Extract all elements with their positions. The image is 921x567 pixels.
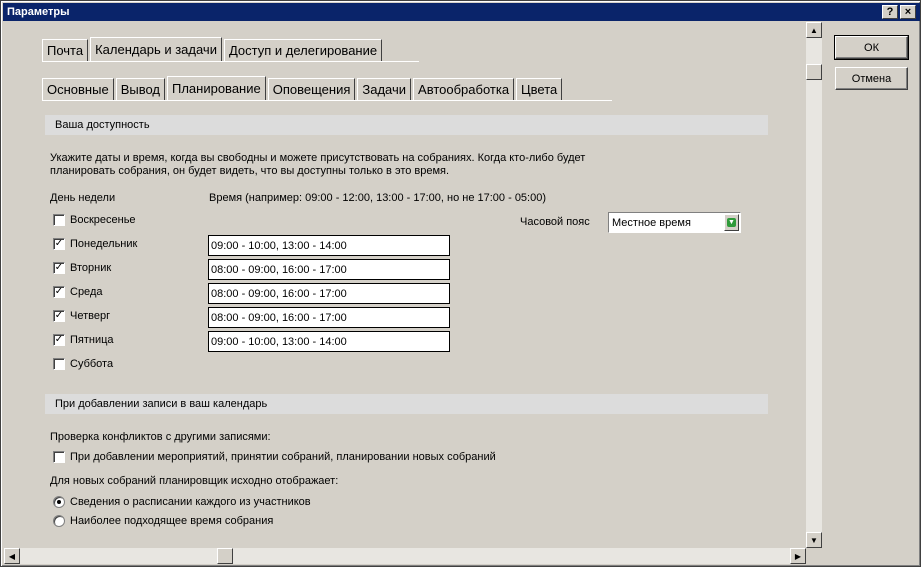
- checkbox-saturday[interactable]: [53, 358, 65, 370]
- timezone-select[interactable]: Местное время ▼: [608, 212, 741, 233]
- scroll-right-icon[interactable]: ▶: [790, 548, 806, 564]
- tab-colors[interactable]: Цвета: [516, 78, 563, 100]
- tab-mail[interactable]: Почта: [42, 39, 89, 61]
- tab-general[interactable]: Основные: [42, 78, 114, 100]
- checkbox-sunday[interactable]: [53, 214, 65, 226]
- title-bar: Параметры ? ×: [3, 3, 920, 21]
- timezone-value: Местное время: [612, 216, 691, 229]
- horizontal-scroll-thumb[interactable]: [217, 548, 233, 564]
- checkbox-conflicts[interactable]: [53, 451, 65, 463]
- availability-description-1: Укажите даты и время, когда вы свободны …: [50, 152, 586, 164]
- radio-participants-schedule-label: Сведения о расписании каждого из участни…: [70, 496, 311, 508]
- checkbox-wednesday[interactable]: ✓: [53, 286, 65, 298]
- time-input-monday[interactable]: 09:00 - 10:00, 13:00 - 14:00: [208, 235, 450, 256]
- checkbox-tuesday[interactable]: ✓: [53, 262, 65, 274]
- ok-button[interactable]: ОК: [834, 35, 909, 60]
- vertical-scrollbar[interactable]: ▲ ▼: [806, 22, 822, 548]
- calendar-add-section-header: При добавлении записи в ваш календарь: [45, 394, 768, 414]
- tab-scheduling[interactable]: Планирование: [167, 76, 266, 100]
- tab-tasks[interactable]: Задачи: [357, 78, 412, 100]
- planner-label: Для новых собраний планировщик исходно о…: [50, 475, 339, 487]
- day-label-sunday: Воскресенье: [70, 214, 136, 226]
- vertical-scroll-thumb[interactable]: [806, 64, 822, 80]
- cancel-button[interactable]: Отмена: [835, 67, 908, 90]
- scroll-down-icon[interactable]: ▼: [806, 532, 822, 548]
- main-tab-row: Почта Календарь и задачи Доступ и делеги…: [42, 37, 384, 61]
- day-label-saturday: Суббота: [70, 358, 114, 370]
- tab-output[interactable]: Вывод: [115, 78, 165, 100]
- time-input-friday[interactable]: 09:00 - 10:00, 13:00 - 14:00: [208, 331, 450, 352]
- day-column-label: День недели: [50, 192, 116, 204]
- close-button[interactable]: ×: [900, 5, 916, 19]
- horizontal-scrollbar[interactable]: ◀ ▶: [4, 548, 806, 564]
- scroll-left-icon[interactable]: ◀: [4, 548, 20, 564]
- tab-access-delegation[interactable]: Доступ и делегирование: [223, 39, 383, 61]
- dropdown-button[interactable]: ▼: [724, 214, 739, 231]
- time-input-tuesday[interactable]: 08:00 - 09:00, 16:00 - 17:00: [208, 259, 450, 280]
- time-input-thursday[interactable]: 08:00 - 09:00, 16:00 - 17:00: [208, 307, 450, 328]
- day-label-wednesday: Среда: [70, 286, 103, 298]
- sub-tab-row: Основные Вывод Планирование Оповещения З…: [42, 76, 564, 100]
- day-label-monday: Понедельник: [70, 238, 138, 250]
- scrollbar-corner: [806, 548, 822, 564]
- checkbox-thursday[interactable]: ✓: [53, 310, 65, 322]
- tab-calendar-tasks[interactable]: Календарь и задачи: [90, 37, 222, 61]
- radio-best-time-label: Наиболее подходящее время собрания: [70, 515, 274, 527]
- day-label-tuesday: Вторник: [70, 262, 112, 274]
- options-dialog: Параметры ? × ОК Отмена Почта Календарь …: [0, 0, 921, 567]
- checkbox-monday[interactable]: ✓: [53, 238, 65, 250]
- timezone-label: Часовой пояс: [520, 216, 590, 228]
- availability-section-header: Ваша доступность: [45, 115, 768, 135]
- tab-notifications[interactable]: Оповещения: [267, 78, 356, 100]
- settings-panel: Почта Календарь и задачи Доступ и делеги…: [4, 22, 806, 548]
- conflicts-label: Проверка конфликтов с другими записями:: [50, 431, 271, 443]
- time-input-wednesday[interactable]: 08:00 - 09:00, 16:00 - 17:00: [208, 283, 450, 304]
- checkbox-friday[interactable]: ✓: [53, 334, 65, 346]
- radio-participants-schedule[interactable]: [53, 496, 65, 508]
- conflicts-checkbox-label: При добавлении мероприятий, принятии соб…: [70, 451, 496, 463]
- radio-best-time[interactable]: [53, 515, 65, 527]
- dropdown-arrow-icon: ▼: [727, 218, 736, 227]
- availability-description-2: планировать собрания, он будет видеть, ч…: [50, 165, 450, 177]
- day-label-friday: Пятница: [70, 334, 114, 346]
- tab-auto-processing[interactable]: Автообработка: [413, 78, 515, 100]
- day-label-thursday: Четверг: [70, 310, 111, 322]
- time-column-label: Время (например: 09:00 - 12:00, 13:00 - …: [209, 192, 547, 204]
- help-button[interactable]: ?: [882, 5, 898, 19]
- scroll-up-icon[interactable]: ▲: [806, 22, 822, 38]
- window-title: Параметры: [7, 6, 70, 18]
